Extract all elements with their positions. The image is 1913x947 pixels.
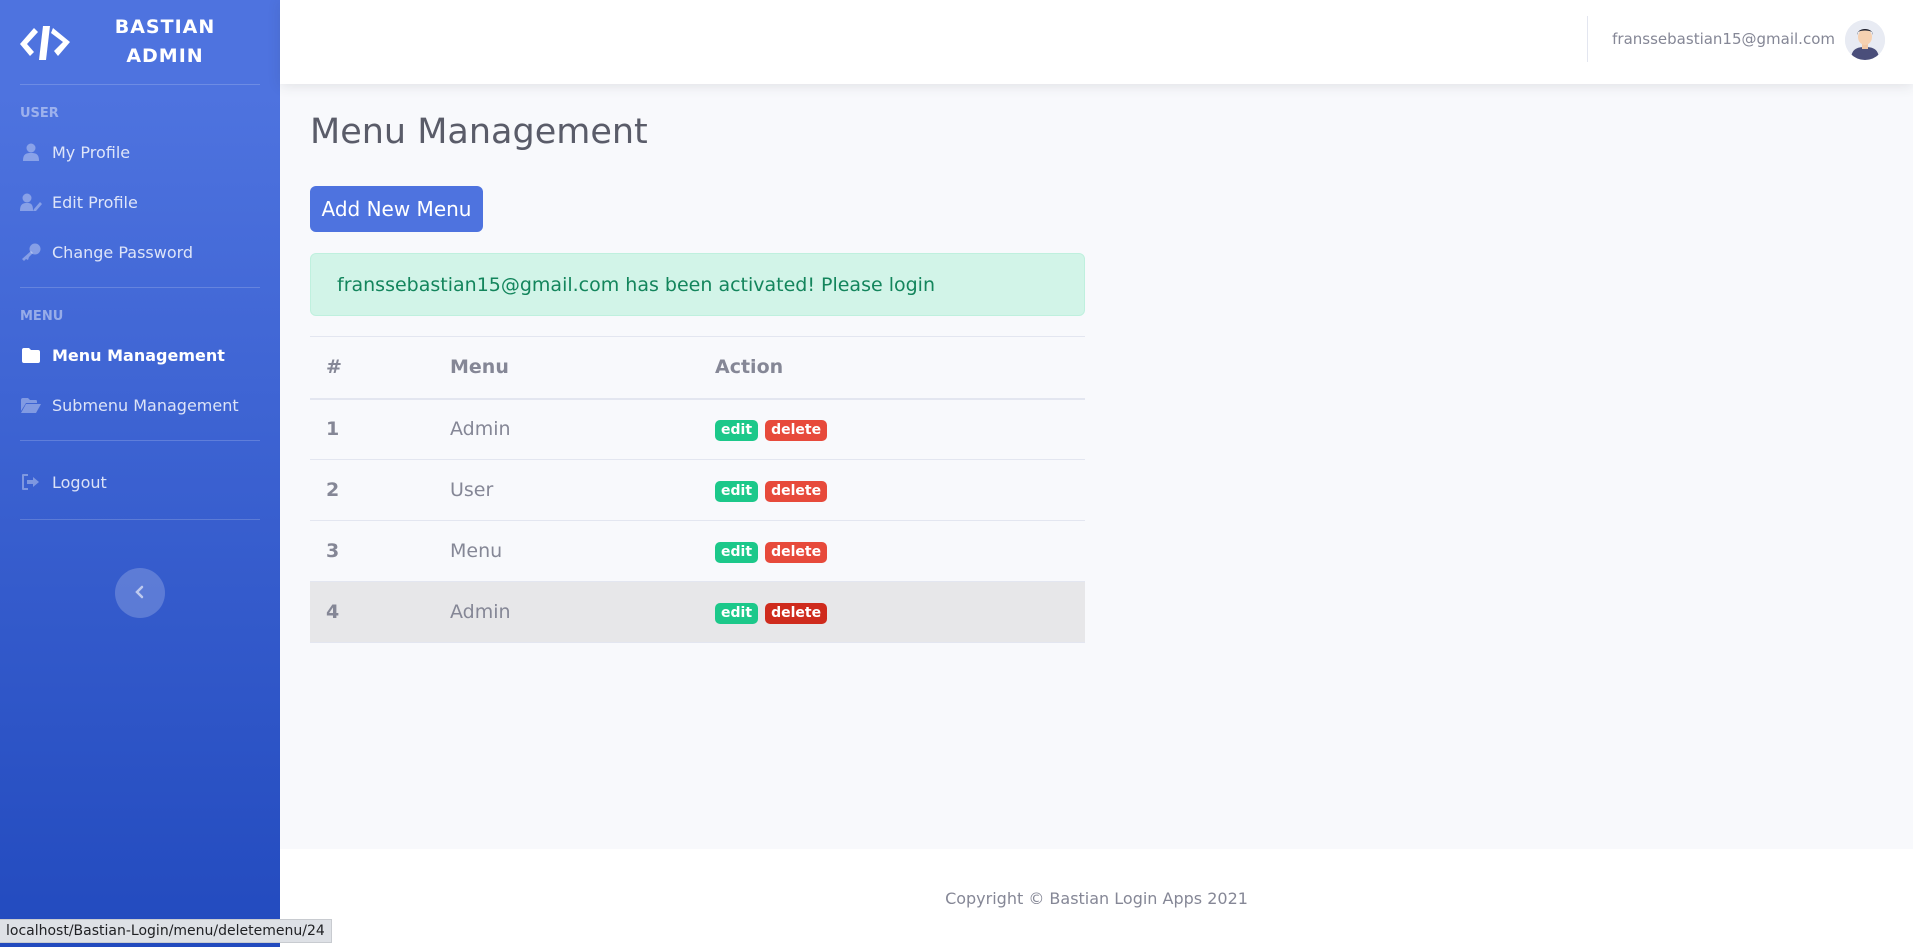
sidebar-item-label: Menu Management <box>52 345 225 365</box>
sidebar-item-label: Change Password <box>52 242 194 262</box>
sidebar-item-my-profile[interactable]: My Profile <box>0 127 280 177</box>
edit-button[interactable]: edit <box>715 542 759 563</box>
sidebar-item-submenu-management[interactable]: Submenu Management <box>0 380 280 430</box>
column-header-number: # <box>310 336 434 400</box>
code-logo-icon <box>20 20 70 64</box>
folder-open-icon <box>20 396 42 414</box>
sidebar-item-label: Logout <box>52 472 107 492</box>
table-header-row: # Menu Action <box>310 336 1085 400</box>
sidebar-item-logout[interactable]: Logout <box>0 457 280 507</box>
row-menu-name: Menu <box>434 520 699 582</box>
add-new-menu-button[interactable]: Add New Menu <box>310 186 483 232</box>
success-alert: franssebastian15@gmail.com has been acti… <box>310 253 1085 316</box>
row-menu-name: Admin <box>434 398 699 460</box>
delete-button[interactable]: delete <box>765 603 828 624</box>
row-actions: edit delete <box>699 520 1085 582</box>
row-number: 3 <box>310 520 434 582</box>
chevron-left-icon <box>134 584 146 603</box>
row-number: 2 <box>310 459 434 521</box>
edit-button[interactable]: edit <box>715 481 759 502</box>
sidebar-heading-user: USER <box>20 106 59 121</box>
folder-icon <box>20 346 42 364</box>
row-actions: edit delete <box>699 581 1085 643</box>
copyright-text: Copyright © Bastian Login Apps 2021 <box>945 888 1248 908</box>
brand-name: BASTIAN ADMIN <box>80 13 250 71</box>
key-icon <box>20 243 42 261</box>
user-icon <box>20 143 42 161</box>
sidebar-item-change-password[interactable]: Change Password <box>0 227 280 277</box>
user-email[interactable]: franssebastian15@gmail.com <box>1612 30 1835 48</box>
table-row: 2 User edit delete <box>310 459 1085 521</box>
edit-button[interactable]: edit <box>715 603 759 624</box>
delete-button[interactable]: delete <box>765 481 828 502</box>
sidebar: BASTIAN ADMIN USER My Profile Edit Profi… <box>0 0 280 947</box>
sidebar-brand[interactable]: BASTIAN ADMIN <box>0 0 280 84</box>
sidebar-item-label: Submenu Management <box>52 395 239 415</box>
row-number: 4 <box>310 581 434 643</box>
row-menu-name: Admin <box>434 581 699 643</box>
brand-line-1: BASTIAN <box>114 16 216 38</box>
sidebar-item-label: My Profile <box>52 142 131 162</box>
browser-status-url: localhost/Bastian-Login/menu/deletemenu/… <box>0 919 332 943</box>
sidebar-item-menu-management[interactable]: Menu Management <box>0 330 280 380</box>
table-row: 3 Menu edit delete <box>310 520 1085 582</box>
topbar-divider <box>1587 16 1588 62</box>
sidebar-divider <box>20 440 260 441</box>
row-menu-name: User <box>434 459 699 521</box>
brand-line-2: ADMIN <box>126 45 204 67</box>
sidebar-item-edit-profile[interactable]: Edit Profile <box>0 177 280 227</box>
edit-button[interactable]: edit <box>715 420 759 442</box>
footer: Copyright © Bastian Login Apps 2021 <box>280 849 1913 947</box>
user-edit-icon <box>20 193 42 211</box>
sidebar-toggle-button[interactable] <box>115 568 165 618</box>
sign-out-icon <box>20 473 42 491</box>
sidebar-heading-menu: MENU <box>20 309 64 324</box>
row-number: 1 <box>310 398 434 460</box>
sidebar-divider <box>20 519 260 520</box>
delete-button[interactable]: delete <box>765 420 828 442</box>
column-header-menu: Menu <box>434 336 699 400</box>
column-header-action: Action <box>699 336 1085 400</box>
sidebar-item-label: Edit Profile <box>52 192 138 212</box>
page-title: Menu Management <box>310 112 648 152</box>
user-avatar[interactable] <box>1845 20 1885 60</box>
delete-button[interactable]: delete <box>765 542 828 563</box>
row-actions: edit delete <box>699 459 1085 521</box>
table-row: 4 Admin edit delete <box>310 581 1085 643</box>
topbar: franssebastian15@gmail.com <box>280 0 1913 84</box>
row-actions: edit delete <box>699 398 1085 460</box>
table-row: 1 Admin edit delete <box>310 398 1085 460</box>
menu-table: # Menu Action 1 Admin edit delete 2 User… <box>310 336 1085 643</box>
